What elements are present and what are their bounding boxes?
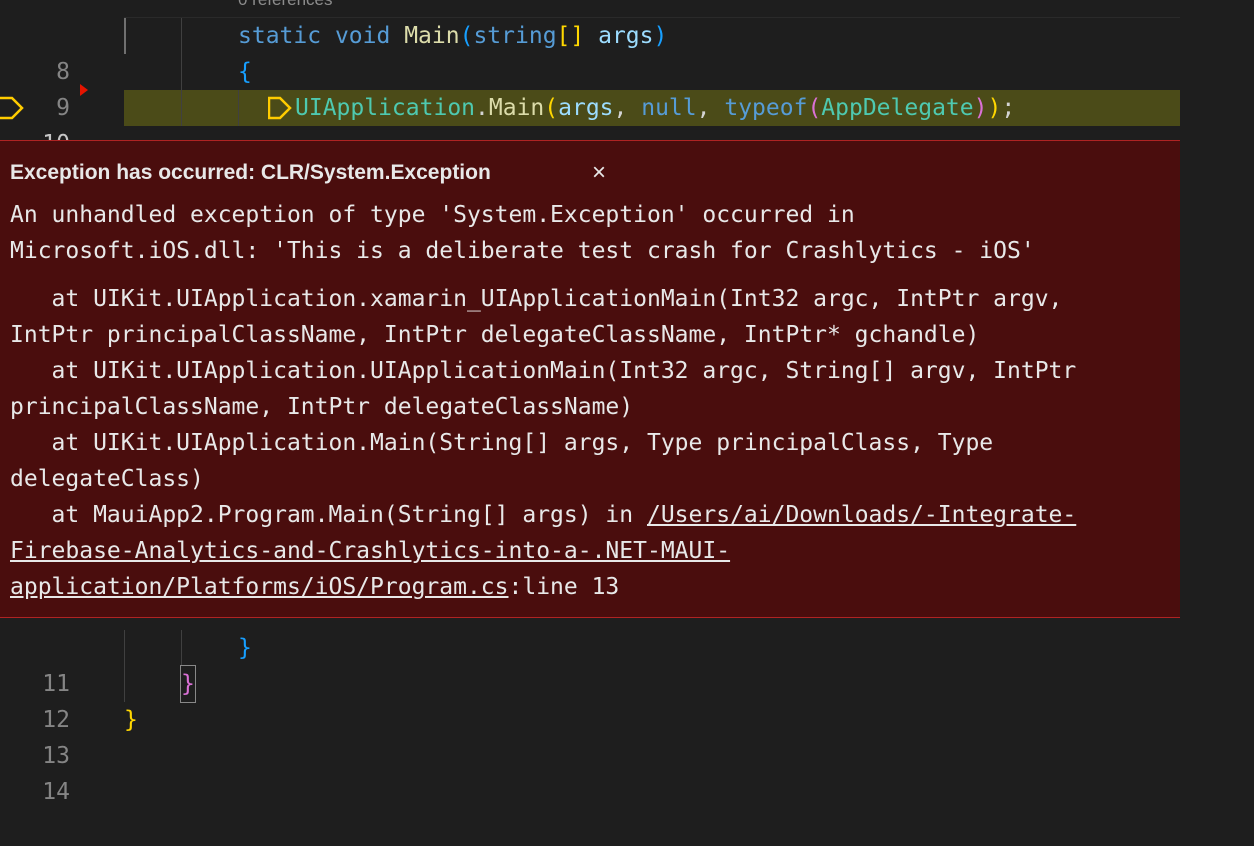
exception-message: An unhandled exception of type 'System.E… (10, 197, 1035, 269)
code-line-14[interactable]: 14 (0, 738, 1180, 805)
exception-widget: Exception has occurred: CLR/System.Excep… (0, 140, 1180, 618)
inline-stop-arrow-icon (268, 96, 292, 120)
comma: , (613, 95, 628, 121)
close-icon[interactable]: × (592, 159, 606, 187)
stack-line: principalClassName, IntPtr delegateClass… (10, 394, 634, 420)
code-text: } (238, 635, 252, 661)
brackets: [] (556, 23, 585, 49)
source-file-link[interactable]: Firebase-Analytics-and-Crashlytics-into-… (10, 538, 730, 564)
code-text: } (124, 707, 138, 733)
code-text: static void Main(string[] args) (238, 18, 667, 54)
type-appdelegate: AppDelegate (821, 95, 974, 121)
code-lens-references[interactable]: 0 references (238, 0, 333, 10)
keyword-static: static (238, 23, 322, 49)
stack-line: at UIKit.UIApplication.UIApplicationMain… (10, 358, 1077, 384)
source-file-link[interactable]: /Users/ai/Downloads/-Integrate- (647, 502, 1076, 528)
code-line-9[interactable]: 9 { (0, 54, 1180, 121)
matching-bracket: } (180, 665, 196, 703)
type-uiapplication: UIApplication (295, 95, 476, 121)
message-line: Microsoft.iOS.dll: 'This is a deliberate… (10, 238, 1035, 264)
stack-trace: at UIKit.UIApplication.xamarin_UIApplica… (10, 281, 1076, 605)
paren: ( (544, 95, 559, 121)
keyword-null: null (641, 95, 697, 121)
paren: ) (973, 95, 988, 121)
code-line-12[interactable]: 12 } (0, 665, 1180, 733)
paren: ( (459, 23, 474, 49)
comma: , (696, 95, 711, 121)
method-main: Main (488, 95, 545, 121)
stack-line: at MauiApp2.Program.Main(String[] args) … (10, 502, 647, 528)
semicolon: ; (1001, 95, 1016, 121)
paren: ( (807, 95, 822, 121)
code-text: { (238, 59, 252, 85)
stack-line: delegateClass) (10, 466, 204, 492)
exception-title: Exception has occurred: CLR/System.Excep… (10, 161, 491, 184)
method-name: Main (404, 23, 460, 49)
paren: ) (987, 95, 1002, 121)
stack-line: at UIKit.UIApplication.Main(String[] arg… (10, 430, 994, 456)
keyword-string: string (473, 23, 557, 49)
code-text-line-10: UIApplication.Main(args, null, typeof(Ap… (295, 90, 1015, 126)
message-line: An unhandled exception of type 'System.E… (10, 202, 855, 228)
arg-args: args (558, 95, 614, 121)
code-line-13[interactable]: 13 } (0, 702, 1180, 769)
stack-line: at UIKit.UIApplication.xamarin_UIApplica… (10, 286, 1063, 312)
line-number: 14 (42, 779, 70, 805)
keyword-typeof: typeof (724, 95, 808, 121)
code-line-8[interactable]: 8 static void Main(string[] args) (0, 18, 1180, 85)
source-file-link[interactable]: application/Platforms/iOS/Program.cs (10, 574, 509, 600)
param-args: args (598, 23, 654, 49)
code-line-11[interactable]: 11 } (0, 630, 1180, 697)
keyword-void: void (334, 23, 391, 49)
paren: ) (653, 23, 668, 49)
line-number-suffix: :line 13 (508, 574, 620, 600)
stack-line: IntPtr principalClassName, IntPtr delega… (10, 322, 980, 348)
dot: . (475, 95, 489, 121)
